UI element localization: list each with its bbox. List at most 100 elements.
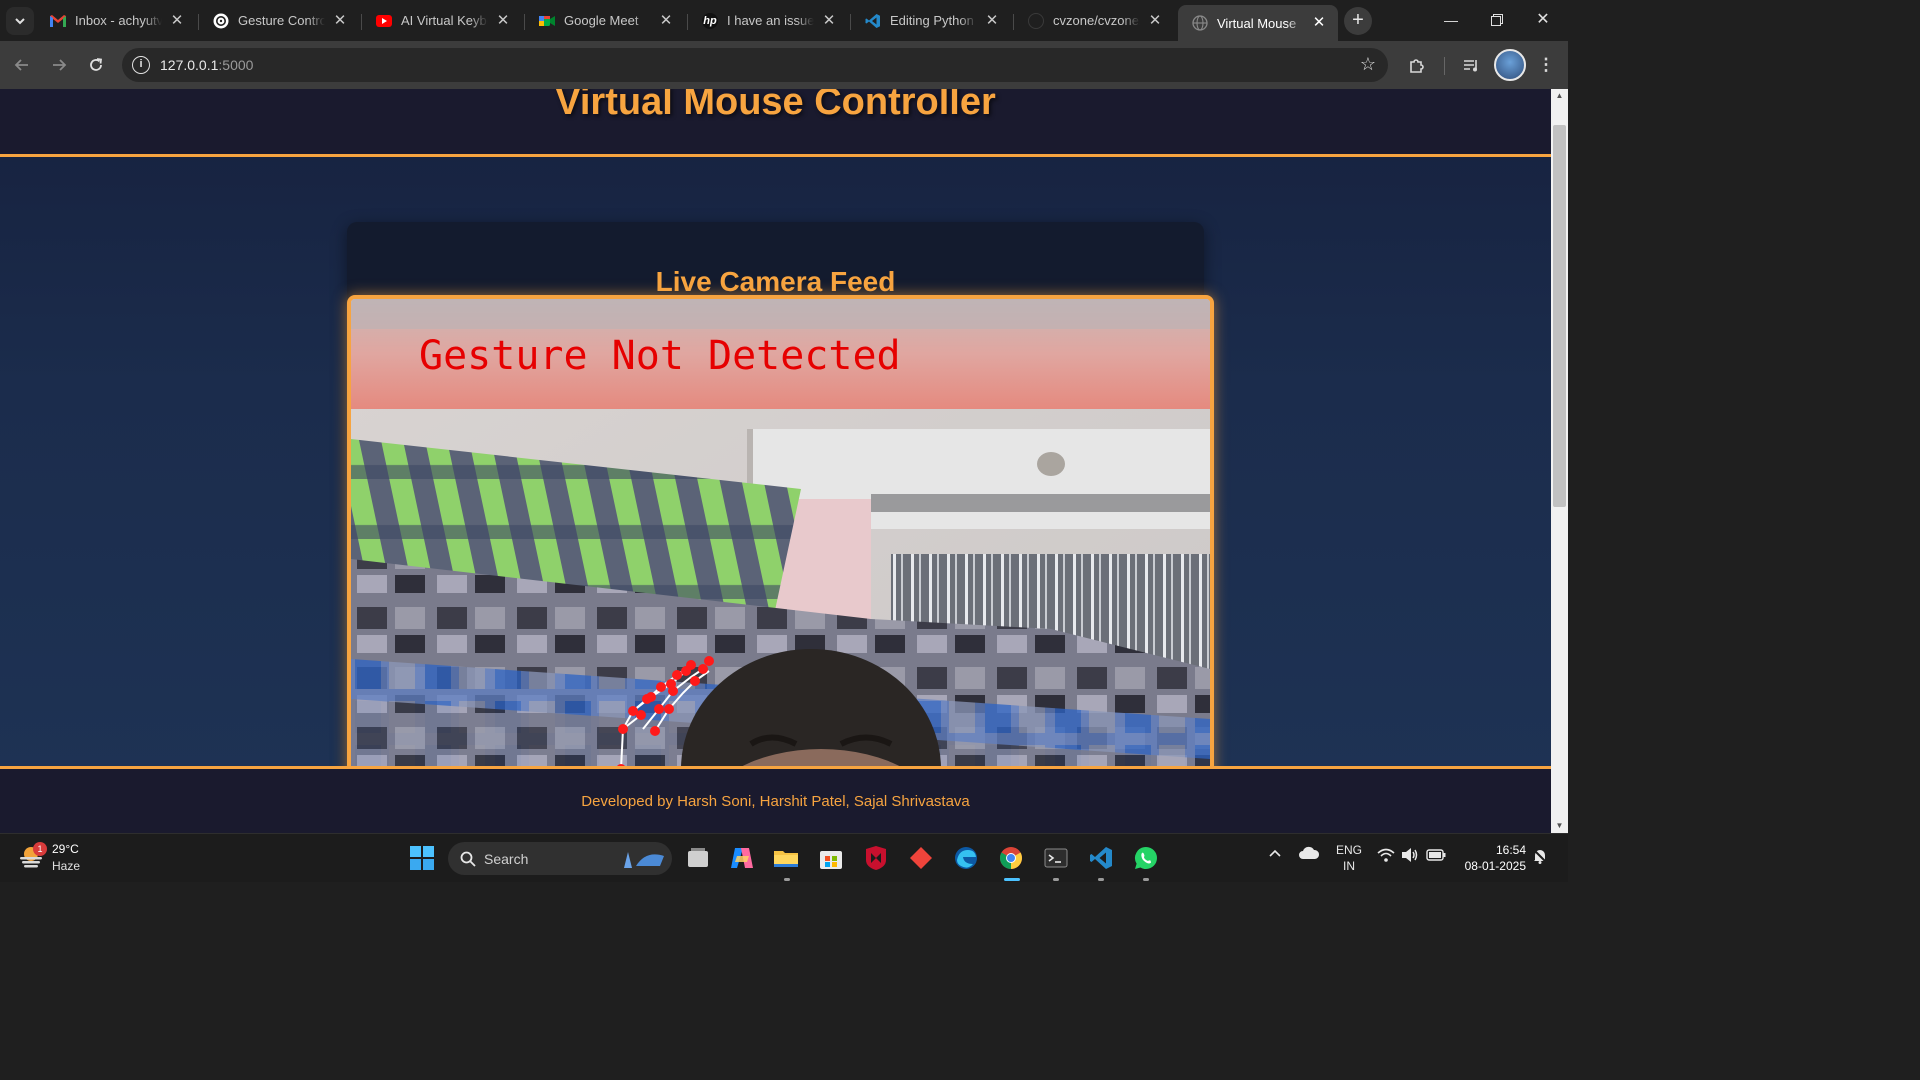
tab-title: AI Virtual Keyboa: [401, 13, 488, 28]
whatsapp-icon[interactable]: [1130, 842, 1162, 874]
tab-hp-support[interactable]: hp I have an issue w ✕: [688, 5, 848, 36]
url-host: 127.0.0.1: [160, 57, 219, 73]
page-footer: Developed by Harsh Soni, Harshit Patel, …: [0, 766, 1551, 833]
copilot-icon[interactable]: [726, 842, 758, 874]
wifi-icon[interactable]: [1377, 848, 1395, 865]
restore-button[interactable]: [1474, 0, 1520, 40]
taskbar-search-box[interactable]: Search: [448, 842, 672, 875]
gmail-icon: [50, 13, 66, 29]
forward-button[interactable]: [45, 51, 73, 79]
microsoft-store-icon[interactable]: [815, 842, 847, 874]
anydesk-icon[interactable]: [905, 842, 937, 874]
card-title: Live Camera Feed: [655, 266, 896, 297]
camera-feed: Gesture Not Detected: [347, 295, 1214, 833]
running-indicator: [1143, 878, 1149, 881]
taskbar-clock[interactable]: 16:54 08-01-2025: [1458, 842, 1526, 874]
close-tab-icon[interactable]: ✕: [1146, 12, 1164, 30]
tab-title: Editing Python C: [890, 13, 977, 28]
tab-title: Virtual Mouse: [1217, 15, 1297, 31]
task-view-icon[interactable]: [682, 842, 714, 874]
page-scrollbar[interactable]: ▲ ▼: [1551, 89, 1568, 833]
search-icon: [460, 851, 476, 867]
chevron-down-icon: [15, 18, 25, 25]
input-language-indicator[interactable]: ENG IN: [1336, 842, 1362, 874]
gesture-status-overlay: Gesture Not Detected: [419, 333, 901, 379]
tab-gesture-control[interactable]: Gesture Control ✕: [199, 5, 359, 36]
close-tab-icon[interactable]: ✕: [820, 12, 838, 30]
youtube-icon: [376, 13, 392, 29]
close-tab-icon[interactable]: ✕: [331, 12, 349, 30]
url-text[interactable]: 127.0.0.1:5000: [160, 57, 253, 73]
tab-search-button[interactable]: [6, 7, 34, 35]
scrollbar-thumb[interactable]: [1553, 125, 1566, 507]
arrow-right-icon: [53, 59, 67, 71]
url-port: :5000: [218, 57, 254, 73]
arrow-left-icon: [14, 59, 28, 71]
media-controls-icon[interactable]: [1457, 51, 1485, 79]
tab-github[interactable]: cvzone/cvzone/l ✕: [1014, 5, 1174, 36]
tab-title: cvzone/cvzone/l: [1053, 13, 1140, 28]
profile-avatar[interactable]: [1494, 49, 1526, 81]
show-hidden-icons-icon[interactable]: [1268, 846, 1282, 861]
start-button[interactable]: [406, 842, 438, 874]
close-tab-icon[interactable]: ✕: [983, 12, 1001, 30]
region-code: IN: [1343, 859, 1355, 873]
clock-time: 16:54: [1495, 843, 1526, 857]
extensions-icon[interactable]: [1403, 51, 1431, 79]
close-tab-icon[interactable]: ✕: [657, 12, 675, 30]
scroll-up-arrow-icon[interactable]: ▲: [1551, 89, 1568, 103]
restore-icon: [1491, 14, 1503, 26]
address-bar[interactable]: i 127.0.0.1:5000 ☆: [122, 48, 1388, 82]
tab-title: Gesture Control: [238, 13, 325, 28]
new-tab-button[interactable]: +: [1344, 7, 1372, 35]
search-highlight-icon: [624, 852, 664, 868]
close-tab-icon[interactable]: ✕: [1310, 14, 1328, 32]
close-tab-icon[interactable]: ✕: [168, 12, 186, 30]
volume-icon[interactable]: [1401, 847, 1419, 866]
tab-google-meet[interactable]: Google Meet ✕: [525, 5, 685, 36]
edge-icon[interactable]: [950, 842, 982, 874]
windows-taskbar: 1 29°C Haze Search ENG IN 16:54 08-01-20…: [0, 833, 1568, 882]
tab-gmail[interactable]: Inbox - achyutve ✕: [36, 5, 196, 36]
camera-frame-image: Gesture Not Detected: [351, 299, 1210, 833]
close-tab-icon[interactable]: ✕: [494, 12, 512, 30]
google-meet-icon: [539, 13, 555, 29]
battery-icon[interactable]: [1426, 848, 1446, 865]
search-placeholder: Search: [484, 851, 529, 867]
tab-title: Google Meet: [564, 13, 639, 28]
vscode-taskbar-icon[interactable]: [1085, 842, 1117, 874]
onedrive-icon[interactable]: [1298, 846, 1320, 863]
github-icon: [1028, 12, 1044, 29]
notification-bell-icon[interactable]: [1532, 848, 1548, 867]
tab-strip: Inbox - achyutve ✕ Gesture Control ✕ AI …: [0, 0, 1568, 41]
footer-credits: Developed by Harsh Soni, Harshit Patel, …: [581, 793, 970, 810]
file-explorer-icon[interactable]: [770, 842, 802, 874]
minimize-button[interactable]: —: [1428, 0, 1474, 40]
chatgpt-icon: [213, 13, 229, 29]
running-indicator: [784, 878, 790, 881]
close-window-button[interactable]: ✕: [1520, 0, 1566, 40]
reload-icon: [90, 58, 103, 71]
weather-description[interactable]: Haze: [52, 859, 80, 873]
tab-title: I have an issue w: [727, 13, 814, 28]
reload-button[interactable]: [82, 51, 110, 79]
mcafee-icon[interactable]: [860, 842, 892, 874]
site-info-icon[interactable]: i: [132, 56, 150, 74]
running-indicator: [1053, 878, 1059, 881]
tab-youtube[interactable]: AI Virtual Keyboa ✕: [362, 5, 522, 36]
tab-virtual-mouse[interactable]: Virtual Mouse ✕: [1178, 5, 1338, 41]
browser-toolbar: i 127.0.0.1:5000 ☆ ⋮: [0, 41, 1568, 89]
terminal-icon[interactable]: [1040, 842, 1072, 874]
clock-date: 08-01-2025: [1464, 859, 1526, 873]
bookmark-star-icon[interactable]: ☆: [1360, 54, 1376, 75]
back-button[interactable]: [8, 51, 36, 79]
scroll-down-arrow-icon[interactable]: ▼: [1551, 819, 1568, 833]
weather-temperature[interactable]: 29°C: [52, 842, 79, 856]
weather-badge: 1: [33, 842, 47, 856]
page-viewport: Virtual Mouse Controller Live Camera Fee…: [0, 89, 1551, 833]
tab-vscode[interactable]: Editing Python C ✕: [851, 5, 1011, 36]
hp-icon: hp: [702, 12, 718, 29]
browser-menu-icon[interactable]: ⋮: [1532, 51, 1560, 79]
chrome-icon[interactable]: [995, 842, 1027, 874]
tab-title: Inbox - achyutve: [75, 13, 162, 28]
